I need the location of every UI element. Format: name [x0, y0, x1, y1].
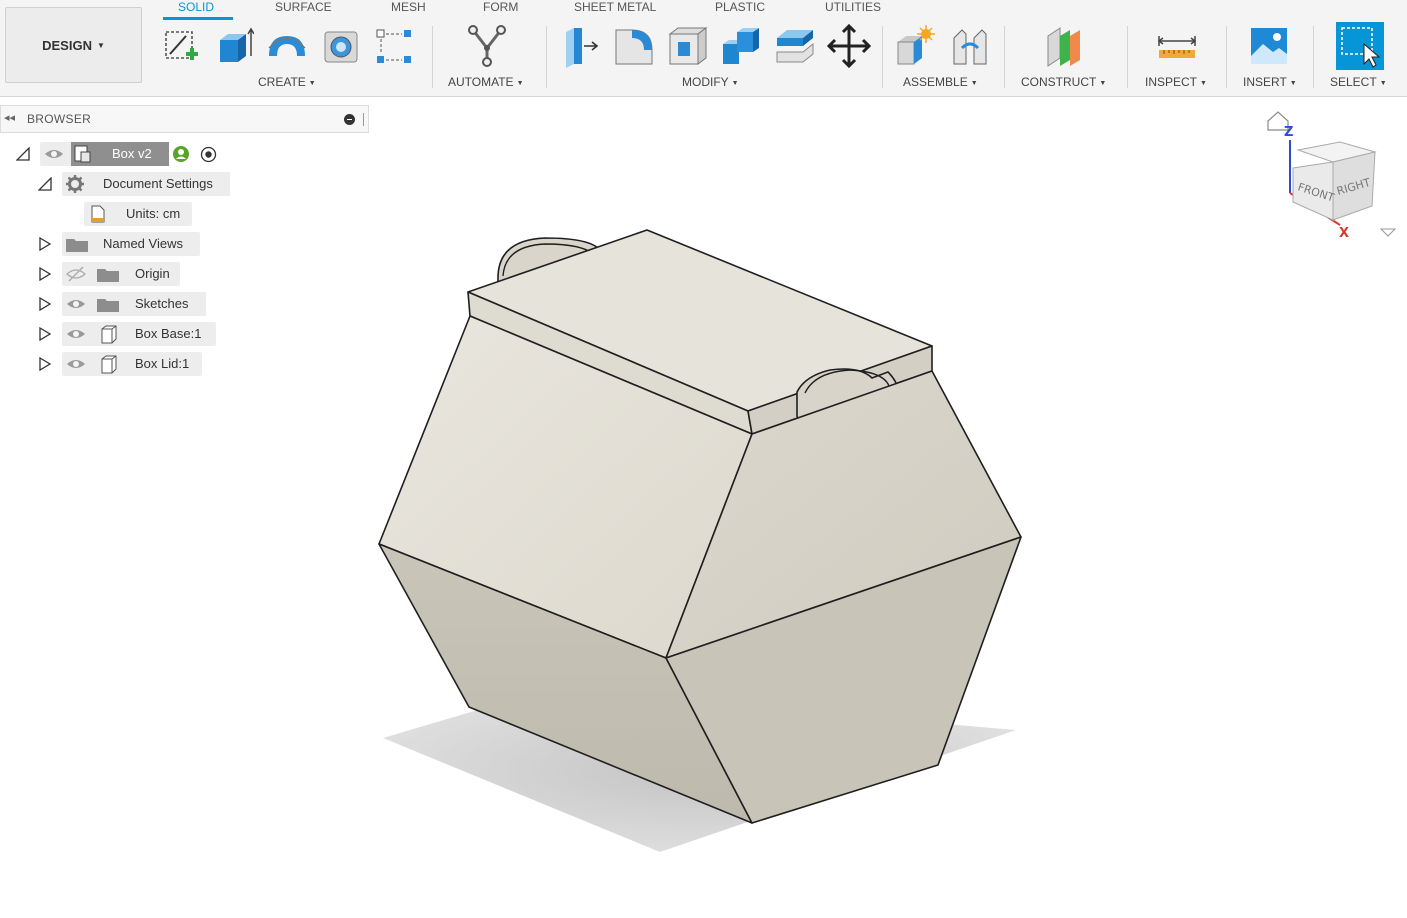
toolbar-separator	[1313, 26, 1314, 88]
tab-plastic[interactable]: PLASTIC	[715, 0, 765, 14]
create-group-menu[interactable]: CREATE ▼	[258, 75, 316, 89]
select-group-menu[interactable]: SELECT ▼	[1330, 75, 1387, 89]
automate-icon[interactable]	[465, 24, 509, 68]
ribbon-toolbar: DESIGN ▼ SOLID SURFACE MESH FORM SHEET M…	[0, 0, 1407, 97]
shell-icon[interactable]	[666, 24, 710, 68]
extrude-icon[interactable]	[212, 24, 256, 68]
select-group-label: SELECT	[1330, 75, 1377, 89]
joint-icon[interactable]	[948, 24, 992, 68]
fillet-icon[interactable]	[612, 24, 656, 68]
design-workspace-menu[interactable]: DESIGN ▼	[5, 7, 142, 83]
dropdown-caret-icon: ▼	[1200, 80, 1207, 87]
dropdown-caret-icon: ▼	[1379, 80, 1387, 87]
axis-x-label: X	[1339, 226, 1349, 241]
create-sketch-icon[interactable]	[160, 24, 204, 68]
measure-icon[interactable]	[1155, 24, 1199, 68]
create-group-label: CREATE	[258, 75, 306, 89]
construct-group-label: CONSTRUCT	[1021, 75, 1097, 89]
axis-z-label: Z	[1284, 125, 1293, 140]
hole-icon[interactable]	[319, 24, 363, 68]
toolbar-separator	[432, 26, 433, 88]
ribbon-tabs: SOLID SURFACE MESH FORM SHEET METAL PLAS…	[0, 0, 1407, 20]
toolbar-separator	[546, 26, 547, 88]
move-icon[interactable]	[827, 24, 871, 68]
modify-group-label: MODIFY	[682, 75, 729, 89]
toolbar-separator	[1004, 26, 1005, 88]
automate-group-label: AUTOMATE	[448, 75, 514, 89]
select-icon[interactable]	[1336, 22, 1384, 70]
tab-surface[interactable]: SURFACE	[275, 0, 332, 14]
inspect-group-label: INSPECT	[1145, 75, 1198, 89]
new-component-icon[interactable]	[894, 24, 938, 68]
tab-form[interactable]: FORM	[483, 0, 518, 14]
tab-mesh[interactable]: MESH	[391, 0, 426, 14]
toolbar-separator	[882, 26, 883, 88]
viewcube-menu-icon[interactable]	[1379, 228, 1397, 237]
design-label: DESIGN	[42, 37, 92, 53]
dropdown-caret-icon: ▼	[970, 80, 978, 87]
pattern-icon[interactable]	[372, 24, 416, 68]
automate-group-menu[interactable]: AUTOMATE ▼	[448, 75, 524, 89]
tab-utilities[interactable]: UTILITIES	[825, 0, 881, 14]
insert-group-label: INSERT	[1243, 75, 1287, 89]
toolbar-separator	[1226, 26, 1227, 88]
dropdown-caret-icon: ▼	[731, 80, 739, 87]
insert-group-menu[interactable]: INSERT ▼	[1243, 75, 1297, 89]
combine-icon[interactable]	[719, 24, 763, 68]
offset-face-icon[interactable]	[773, 24, 817, 68]
insert-image-icon[interactable]	[1247, 24, 1291, 68]
assemble-group-menu[interactable]: ASSEMBLE ▼	[903, 75, 978, 89]
dropdown-caret-icon: ▼	[96, 40, 105, 50]
press-pull-icon[interactable]	[558, 24, 602, 68]
3d-viewport[interactable]: FRONT RIGHT Z X	[0, 97, 1407, 918]
modify-group-menu[interactable]: MODIFY ▼	[682, 75, 739, 89]
dropdown-caret-icon: ▼	[1099, 80, 1107, 87]
toolbar-separator	[1127, 26, 1128, 88]
assemble-group-label: ASSEMBLE	[903, 75, 968, 89]
dropdown-caret-icon: ▼	[1289, 80, 1297, 87]
revolve-icon[interactable]	[265, 24, 309, 68]
offset-plane-icon[interactable]	[1042, 24, 1086, 68]
construct-group-menu[interactable]: CONSTRUCT ▼	[1021, 75, 1106, 89]
tab-sheet-metal[interactable]: SHEET METAL	[574, 0, 656, 14]
dropdown-caret-icon: ▼	[516, 80, 524, 87]
active-tab-indicator	[163, 17, 233, 20]
dropdown-caret-icon: ▼	[308, 80, 316, 87]
viewcube[interactable]: FRONT RIGHT Z X	[1267, 111, 1397, 241]
tab-solid[interactable]: SOLID	[178, 0, 214, 14]
inspect-group-menu[interactable]: INSPECT ▼	[1145, 75, 1207, 89]
